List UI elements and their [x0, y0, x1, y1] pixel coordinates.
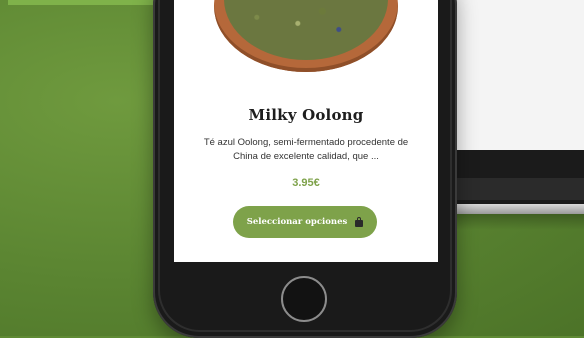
laptop-screen-area [440, 0, 584, 150]
laptop-base [440, 204, 584, 214]
product-price: 3.95€ [292, 177, 320, 189]
shopping-bag-icon [355, 216, 364, 227]
laptop-keyboard-area [450, 178, 584, 200]
select-options-label: Seleccionar opciones [246, 217, 348, 227]
phone-screen: Milky Oolong Té azul Oolong, semi-fermen… [174, 0, 438, 262]
product-title[interactable]: Milky Oolong [174, 106, 438, 124]
product-description: Té azul Oolong, semi-fermentado proceden… [203, 137, 409, 162]
phone-home-button[interactable] [281, 276, 327, 322]
top-banner-strip [8, 0, 156, 5]
laptop-shadow [440, 214, 584, 230]
select-options-button[interactable]: Seleccionar opciones [233, 206, 377, 238]
